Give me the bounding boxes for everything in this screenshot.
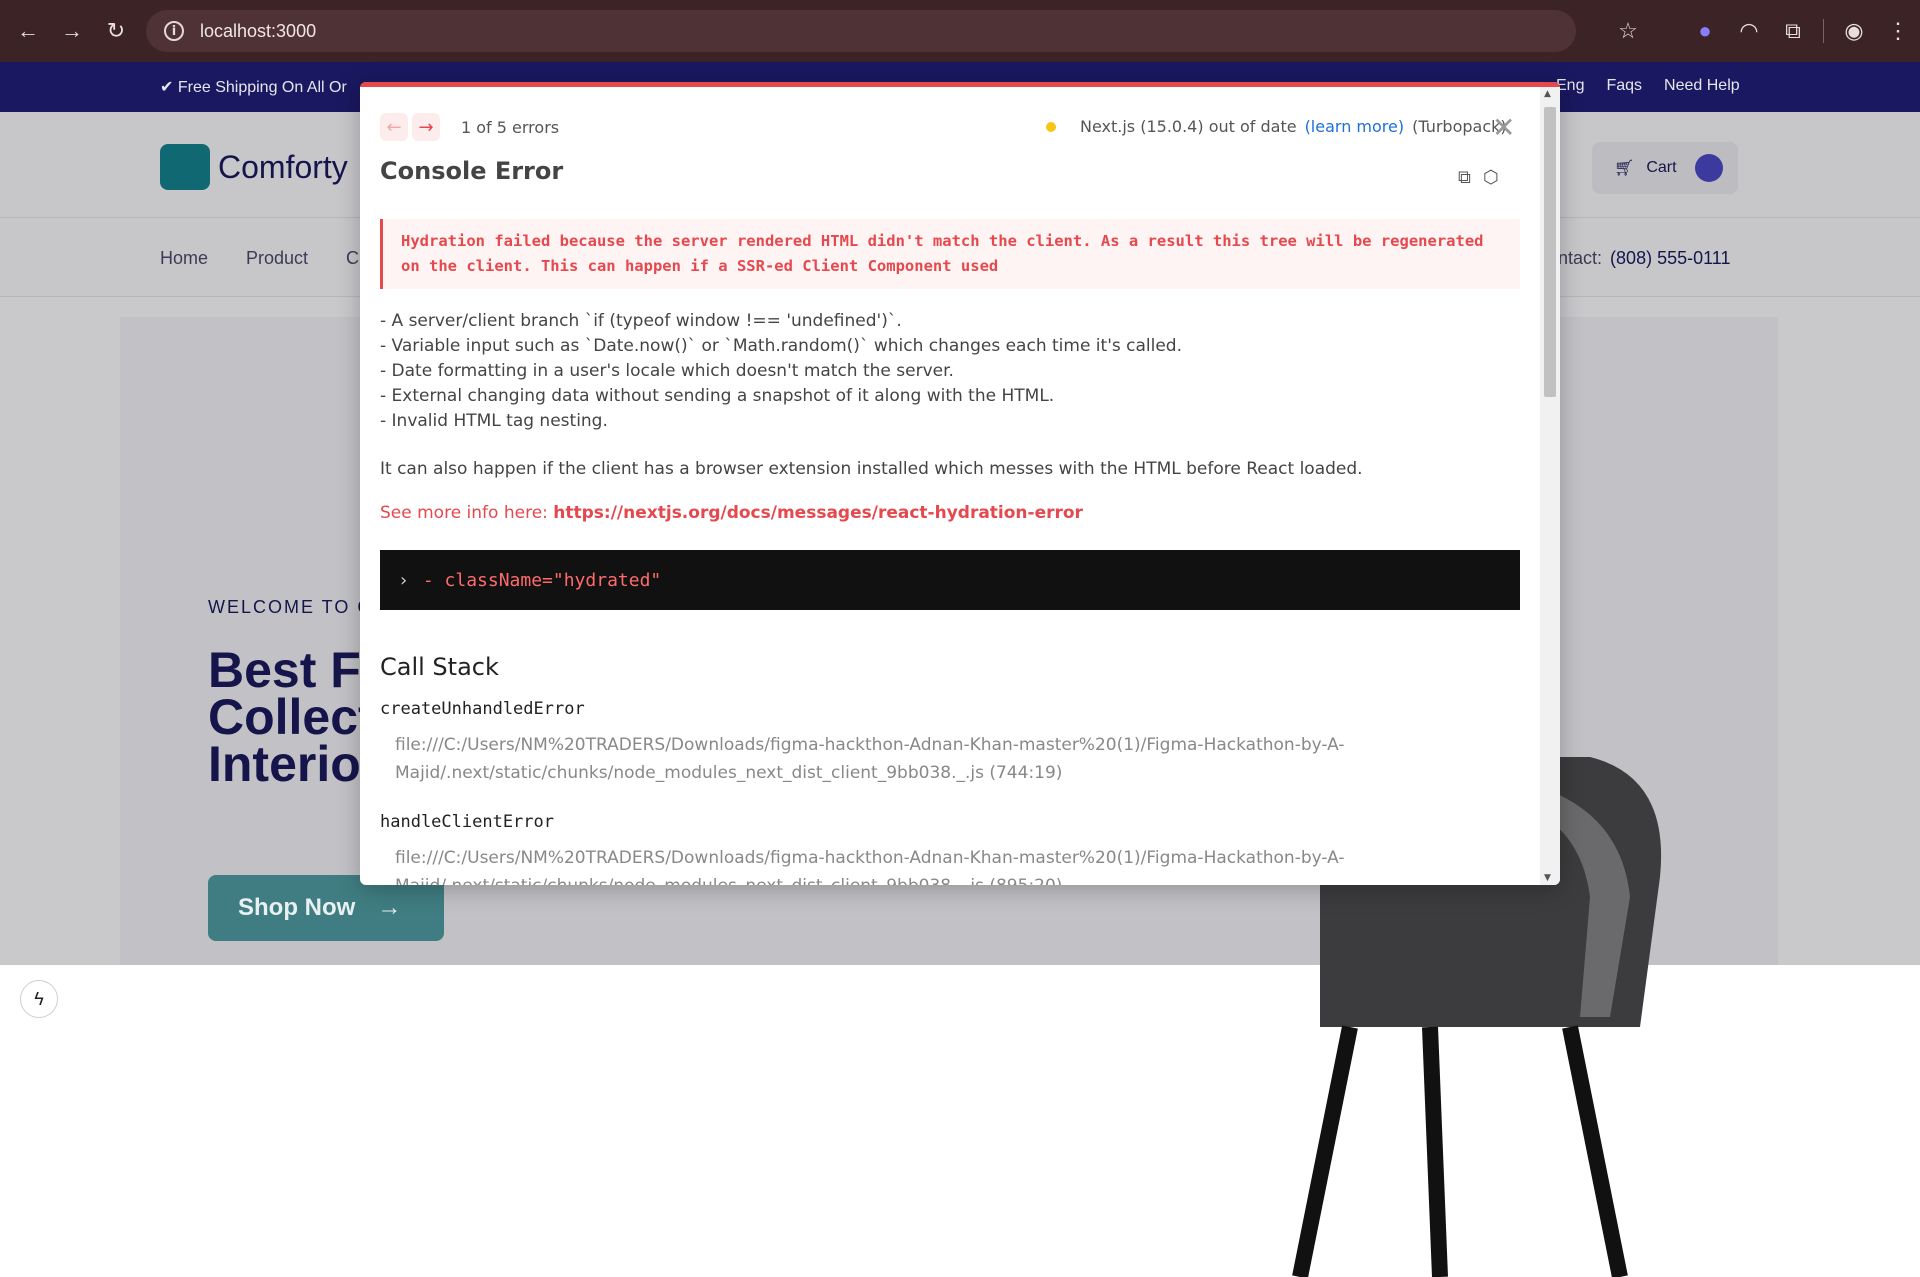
see-more-info: See more info here: https://nextjs.org/d… (380, 503, 1083, 523)
shop-now-label: Shop Now (238, 894, 356, 921)
sofa-logo-icon (160, 144, 210, 190)
topbar-link-faqs[interactable]: Faqs (1606, 77, 1642, 95)
cause-item: - A server/client branch `if (typeof win… (380, 311, 902, 331)
reload-icon[interactable]: ↻ (94, 9, 138, 53)
menu-partial-item[interactable]: C (346, 248, 359, 269)
extension-note: It can also happen if the client has a b… (380, 459, 1363, 479)
address-bar[interactable]: i localhost:3000 (146, 10, 1576, 52)
topbar-link-help[interactable]: Need Help (1664, 77, 1740, 95)
cart-label: Cart (1646, 159, 1677, 176)
version-status-dot-icon (1046, 121, 1056, 132)
cart-count-badge (1694, 154, 1723, 182)
bookmark-star-icon[interactable]: ☆ (1606, 9, 1650, 53)
extension-rainbow-icon[interactable]: ◠ (1727, 9, 1771, 53)
error-title: Console Error (380, 157, 564, 185)
hero-headline-line: Interio (208, 736, 361, 792)
error-counter: 1 of 5 errors (461, 118, 560, 137)
open-in-editor-icon[interactable]: ⬡ (1483, 167, 1499, 188)
diff-line: - className="hydrated" (422, 569, 662, 591)
overlay-scrollbar[interactable]: ▲ ▼ (1540, 87, 1560, 885)
hydration-diff[interactable]: › - className="hydrated" (380, 550, 1520, 610)
nextjs-dev-indicator-icon[interactable]: ϟ (20, 980, 58, 1018)
docs-link[interactable]: https://nextjs.org/docs/messages/react-h… (553, 503, 1083, 523)
cause-item: - Variable input such as `Date.now()` or… (380, 336, 1182, 356)
call-stack-title: Call Stack (380, 653, 499, 681)
cause-item: - External changing data without sending… (380, 386, 1055, 406)
scrollbar-thumb[interactable] (1544, 107, 1556, 397)
topbar-links: Eng Faqs Need Help (1556, 77, 1740, 95)
cause-item: - Invalid HTML tag nesting. (380, 411, 608, 431)
topbar-link-lang[interactable]: Eng (1556, 77, 1584, 95)
hero-welcome: WELCOME TO C (208, 597, 373, 617)
stack-frame-path-line: file:///C:/Users/NM%20TRADERS/Downloads/… (395, 735, 1345, 755)
extensions-puzzle-icon[interactable]: ⧉ (1771, 9, 1815, 53)
error-overlay-content: ← → 1 of 5 errors Next.js (15.0.4) out o… (360, 87, 1540, 885)
cart-icon: 🛒︎ (1614, 160, 1635, 177)
scroll-down-icon[interactable]: ▼ (1544, 873, 1551, 883)
menu-contact: ontact: (808) 555-0111 (1548, 248, 1730, 269)
profile-avatar-icon[interactable]: ◉ (1832, 9, 1876, 53)
arrow-right-icon: → (377, 894, 402, 921)
toolbar-right: ● ◠ ⧉ ◉ ⋮ (1683, 9, 1920, 53)
see-more-prefix: See more info here: (380, 503, 554, 523)
error-tools: ⧉ ⬡ (1458, 167, 1499, 188)
scroll-up-icon[interactable]: ▲ (1544, 89, 1551, 99)
next-error-button[interactable]: → (412, 113, 440, 141)
stack-frame-path-line: file:///C:/Users/NM%20TRADERS/Downloads/… (395, 848, 1345, 868)
hero-headline-line: Collect (208, 689, 375, 745)
address-url: localhost:3000 (200, 20, 317, 41)
close-icon[interactable]: ✕ (1492, 111, 1515, 144)
error-causes-list: - A server/client branch `if (typeof win… (380, 309, 1182, 434)
shipping-label: Free Shipping On All Or (177, 79, 347, 96)
hero-headline-line: Best F (208, 642, 361, 698)
error-overlay-dialog: ← → 1 of 5 errors Next.js (15.0.4) out o… (360, 82, 1560, 885)
menu-kebab-icon[interactable]: ⋮ (1876, 9, 1920, 53)
error-message: Hydration failed because the server rend… (380, 219, 1520, 289)
version-text: Next.js (15.0.4) out of date (1080, 117, 1297, 136)
stack-frame-path-line: Majid/.next/static/chunks/node_modules_n… (395, 872, 1345, 885)
copy-icon[interactable]: ⧉ (1458, 167, 1471, 188)
stack-frame-path-line: Majid/.next/static/chunks/node_modules_n… (395, 763, 1063, 783)
hero-headline: Best F Collect Interio (208, 642, 375, 792)
stack-frame-name[interactable]: handleClientError (380, 812, 554, 832)
prev-error-button[interactable]: ← (380, 113, 408, 141)
version-info: Next.js (15.0.4) out of date (learn more… (1046, 117, 1507, 136)
learn-more-link[interactable]: (learn more) (1305, 117, 1405, 136)
chevron-right-icon[interactable]: › (398, 570, 409, 591)
back-arrow-icon[interactable]: ← (6, 9, 50, 53)
free-shipping-text: ✔ Free Shipping On All Or (160, 79, 347, 96)
site-info-icon[interactable]: i (164, 21, 184, 41)
cart-button[interactable]: 🛒︎ Cart (1592, 142, 1738, 194)
menu-home[interactable]: Home (160, 248, 208, 269)
stack-frame-name[interactable]: createUnhandledError (380, 699, 585, 719)
toolbar-divider (1823, 19, 1824, 43)
contact-phone[interactable]: (808) 555-0111 (1610, 248, 1730, 268)
stack-frame-path[interactable]: file:///C:/Users/NM%20TRADERS/Downloads/… (395, 731, 1345, 787)
browser-toolbar: ← → ↻ i localhost:3000 ☆ ● ◠ ⧉ ◉ ⋮ (0, 0, 1920, 62)
extension-flame-icon[interactable]: ● (1683, 9, 1727, 53)
site-logo[interactable]: Comforty (160, 144, 348, 190)
error-pagination: ← → (380, 113, 440, 141)
logo-text: Comforty (218, 148, 348, 185)
forward-arrow-icon[interactable]: → (50, 9, 94, 53)
stack-frame-path[interactable]: file:///C:/Users/NM%20TRADERS/Downloads/… (395, 844, 1345, 885)
cause-item: - Date formatting in a user's locale whi… (380, 361, 954, 381)
menu-product[interactable]: Product (246, 248, 308, 269)
